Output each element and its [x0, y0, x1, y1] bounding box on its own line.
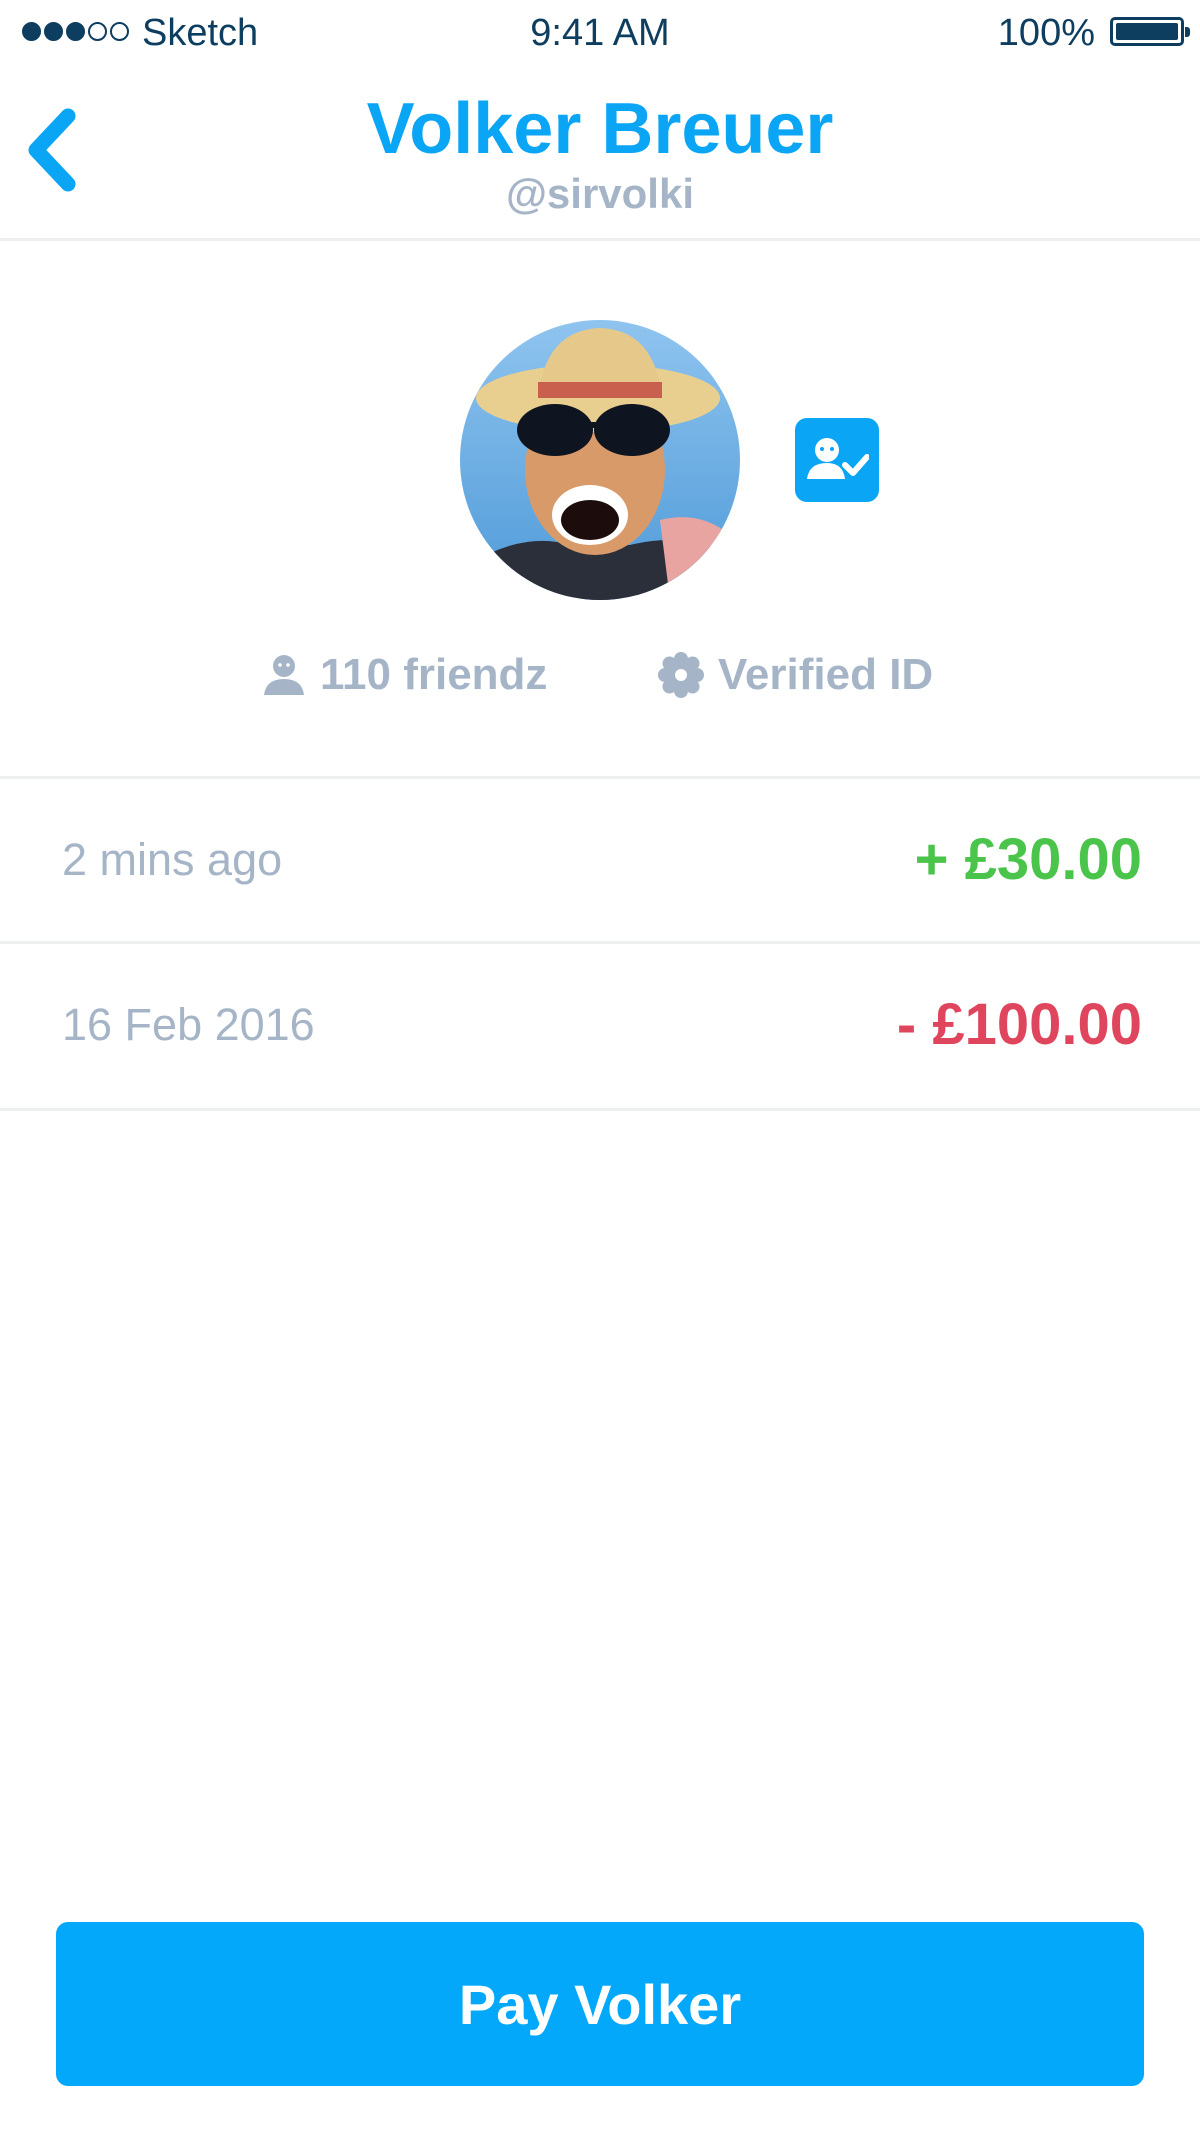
friends-count: 110 friendz: [262, 645, 547, 705]
transaction-date: 2 mins ago: [62, 834, 283, 885]
status-bar: Sketch 9:41 AM 100%: [0, 0, 1200, 70]
profile-header: Volker Breuer @sirvolki: [0, 70, 1200, 241]
transaction-row[interactable]: 2 mins ago + £30.00: [0, 779, 1200, 941]
verified-id-status: Verified ID: [658, 645, 933, 705]
battery-percentage: 100%: [997, 12, 1095, 54]
person-icon: [264, 655, 304, 695]
transaction-date: 16 Feb 2016: [62, 999, 315, 1050]
battery-icon: [1110, 17, 1190, 46]
badge-gear-icon: [658, 652, 704, 698]
user-check-icon: [807, 438, 869, 479]
transaction-amount: + £30.00: [914, 827, 1142, 892]
friends-label: 110 friendz: [320, 650, 548, 699]
page-title: Volker Breuer: [366, 89, 834, 169]
verify-friend-button[interactable]: [795, 418, 879, 502]
divider: [0, 1108, 1200, 1111]
pay-button[interactable]: Pay Volker: [56, 1922, 1144, 2086]
user-handle: @sirvolki: [505, 170, 695, 217]
transaction-row[interactable]: 16 Feb 2016 - £100.00: [0, 944, 1200, 1106]
transaction-amount: - £100.00: [896, 992, 1142, 1057]
avatar: [460, 320, 740, 600]
verified-id-label: Verified ID: [718, 650, 934, 699]
